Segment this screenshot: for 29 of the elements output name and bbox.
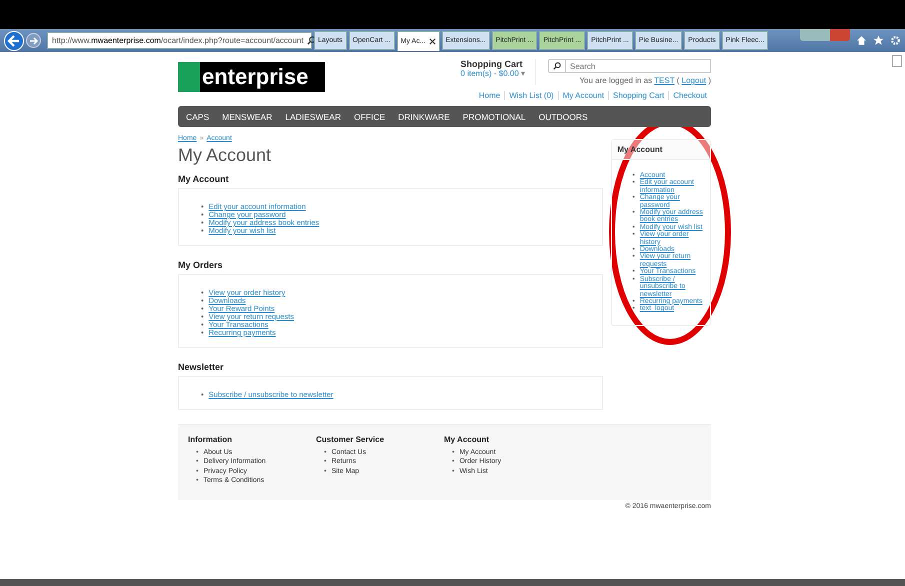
section-heading: My Account <box>178 174 230 184</box>
footer-heading: My Account <box>444 435 490 444</box>
search-field[interactable]: Search <box>566 59 711 73</box>
username-link[interactable]: TEST <box>654 76 674 85</box>
bracket: ) <box>708 76 711 85</box>
section-heading: My Orders <box>178 260 224 270</box>
section-heading: Newsletter <box>178 362 225 372</box>
cart-dropdown[interactable]: 0 item(s) - $0.00 ▾ <box>460 69 525 78</box>
top-link[interactable]: Shopping Cart <box>608 91 668 100</box>
menu-item[interactable]: LADIESWEAR <box>285 112 341 122</box>
top-link[interactable]: My Account <box>558 91 608 100</box>
menu-item[interactable]: MENSWEAR <box>222 112 272 122</box>
menu-item[interactable]: CAPS <box>186 112 210 122</box>
cart-title: Shopping Cart <box>460 59 523 69</box>
enterprise-logo[interactable]: enterprise <box>178 62 325 92</box>
menu-item[interactable]: OUTDOORS <box>538 112 588 122</box>
footer-heading: Information <box>188 435 233 444</box>
page-title: My Account <box>178 145 272 166</box>
logout-link[interactable]: Logout <box>682 76 706 85</box>
bracket: ( <box>676 76 680 85</box>
menu-item[interactable]: PROMOTIONAL <box>462 112 526 122</box>
top-link[interactable]: Checkout <box>668 91 711 100</box>
footer-heading: Customer Service <box>316 435 386 444</box>
menu-item[interactable]: DRINKWARE <box>398 112 450 122</box>
address-field[interactable]: http://www.mwaenterprise.com/ocart/index.php?route=account/account <box>47 32 312 49</box>
menu-item[interactable]: OFFICE <box>354 112 386 122</box>
login-status: You are logged in as <box>579 76 652 85</box>
top-link[interactable]: Home <box>474 91 504 100</box>
top-link[interactable]: Wish List (0) <box>504 91 558 100</box>
